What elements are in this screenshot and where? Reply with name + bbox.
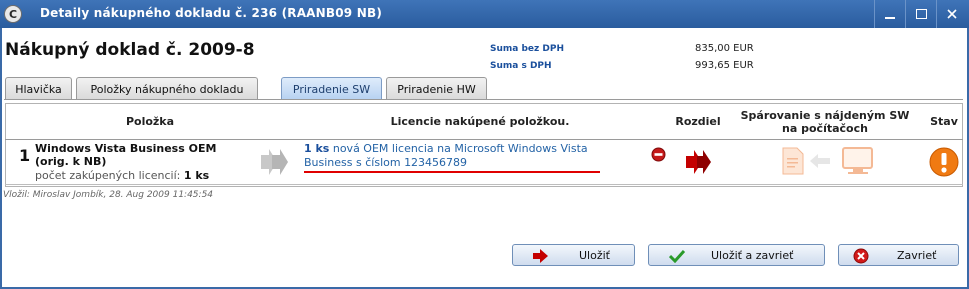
tab-header[interactable]: Hlavička bbox=[5, 77, 72, 100]
tab-divider bbox=[4, 99, 963, 100]
window-title: Detaily nákupného dokladu č. 236 (RAANB0… bbox=[40, 6, 383, 20]
item-name: Windows Vista Business OEM (orig. k NB) bbox=[35, 142, 217, 168]
license-qty: 1 ks bbox=[304, 142, 330, 155]
save-close-button[interactable]: Uložiť a zavrieť bbox=[648, 244, 825, 266]
column-header-licenses: Licencie nakúpené položkou. bbox=[390, 115, 570, 128]
column-header-item: Položka bbox=[125, 115, 175, 128]
status-warning-icon bbox=[929, 147, 959, 177]
item-count-value: 1 ks bbox=[183, 169, 210, 182]
license-link[interactable]: 1 ks nová OEM licencia na Microsoft Wind… bbox=[304, 142, 604, 170]
header-separator bbox=[5, 139, 963, 140]
column-header-status: Stav bbox=[930, 115, 958, 128]
sum-without-vat-value: 835,00 EUR bbox=[695, 43, 754, 54]
column-header-diff: Rozdiel bbox=[675, 115, 721, 128]
document-icon bbox=[782, 147, 804, 175]
license-description: nová OEM licencia na Microsoft Windows V… bbox=[304, 142, 588, 169]
item-count: počet zakúpených licencií: 1 ks bbox=[35, 169, 209, 182]
minimize-icon bbox=[885, 17, 895, 19]
maximize-icon bbox=[915, 9, 927, 19]
sum-with-vat-label: Suma s DPH bbox=[490, 61, 552, 71]
pairing-arrow-icon bbox=[810, 154, 830, 168]
save-close-button-label: Uložiť a zavrieť bbox=[711, 248, 794, 262]
computer-icon bbox=[842, 147, 873, 174]
cancel-icon bbox=[853, 248, 869, 264]
assign-arrow-icon bbox=[261, 149, 288, 175]
save-button[interactable]: Uložiť bbox=[512, 244, 635, 266]
sum-without-vat-label: Suma bez DPH bbox=[490, 44, 564, 54]
row-number: 1 bbox=[19, 146, 31, 165]
diff-arrow-icon bbox=[686, 150, 711, 174]
window-titlebar: C Detaily nákupného dokladu č. 236 (RAAN… bbox=[0, 0, 969, 28]
minimize-button[interactable] bbox=[874, 0, 905, 28]
page-title: Nákupný doklad č. 2009-8 bbox=[5, 40, 255, 60]
checkmark-icon bbox=[669, 249, 685, 263]
maximize-button[interactable] bbox=[905, 0, 936, 28]
column-header-pairing: Spárovanie s nájdeným SW na počítačoch bbox=[740, 109, 910, 135]
close-button[interactable]: Zavrieť bbox=[838, 244, 959, 266]
created-by-note: Vložil: Miroslav Jombík, 28. Aug 2009 11… bbox=[3, 190, 214, 200]
license-underline bbox=[304, 171, 600, 173]
close-icon bbox=[947, 9, 957, 19]
table-row-bottom bbox=[5, 184, 963, 185]
tab-purchase-items[interactable]: Položky nákupného dokladu bbox=[76, 77, 258, 100]
item-count-label: počet zakúpených licencií: bbox=[35, 169, 181, 182]
tab-hw-assignment[interactable]: Priradenie HW bbox=[386, 77, 487, 100]
save-button-label: Uložiť bbox=[579, 248, 610, 262]
tab-sw-assignment[interactable]: Priradenie SW bbox=[281, 77, 382, 100]
close-button-label: Zavrieť bbox=[897, 248, 937, 262]
close-window-button[interactable] bbox=[936, 0, 967, 28]
sum-with-vat-value: 993,65 EUR bbox=[695, 60, 754, 71]
save-arrow-icon bbox=[533, 249, 548, 263]
remove-license-icon[interactable] bbox=[651, 147, 666, 162]
app-logo-icon: C bbox=[4, 5, 22, 23]
